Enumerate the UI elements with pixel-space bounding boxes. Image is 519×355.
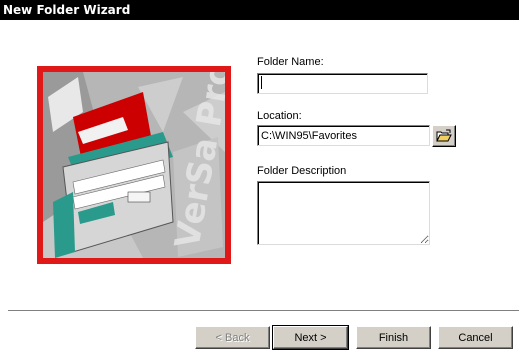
location-label: Location: [257, 110, 302, 122]
description-label: Folder Description [257, 165, 346, 177]
text-caret [261, 76, 262, 89]
folder-name-input[interactable] [257, 73, 428, 94]
description-label-text: Folder Description [257, 165, 347, 177]
wizard-illustration: VerSa Pro [37, 66, 231, 264]
folder-name-label-text: Folder Name: [257, 56, 324, 68]
location-label-text: Location: [257, 110, 302, 122]
location-input[interactable] [257, 125, 430, 146]
finish-button[interactable]: Finish [356, 326, 431, 349]
button-separator [8, 310, 519, 312]
back-button[interactable]: < Back [195, 326, 270, 349]
next-button[interactable]: Next > [272, 325, 349, 350]
window-title: New Folder Wizard [0, 0, 519, 20]
folder-name-label: Folder Name: [257, 56, 324, 68]
cancel-button[interactable]: Cancel [438, 326, 513, 349]
open-folder-icon [436, 129, 452, 142]
description-textarea[interactable] [257, 181, 430, 245]
browse-button[interactable] [432, 125, 456, 147]
file-cabinet-graphic: VerSa Pro [43, 72, 225, 258]
